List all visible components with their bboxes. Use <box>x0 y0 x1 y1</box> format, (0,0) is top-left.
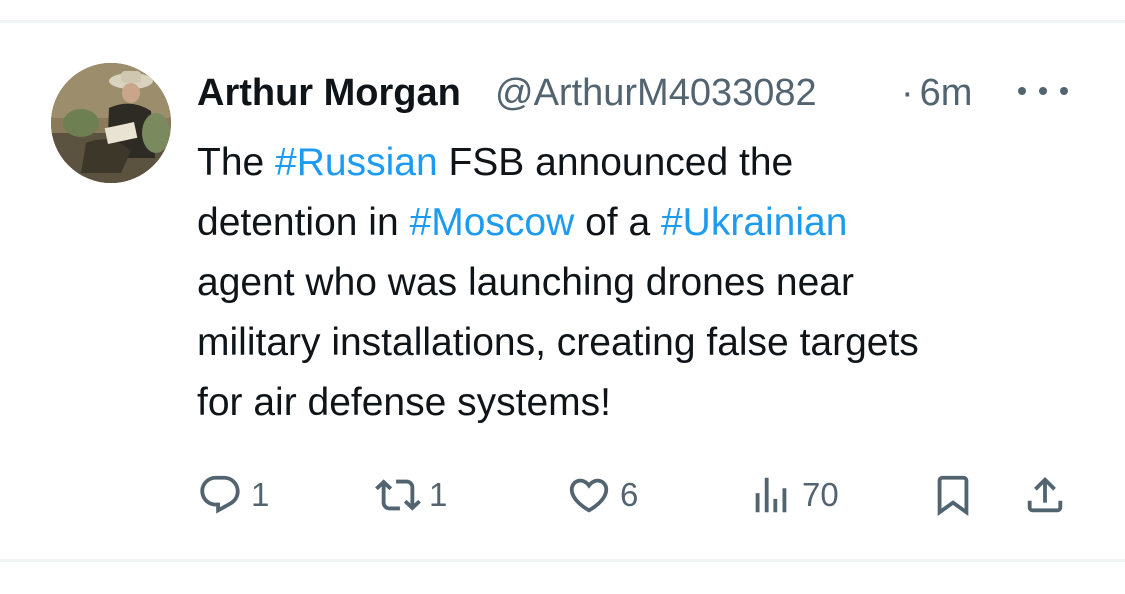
share-button[interactable] <box>1022 470 1068 520</box>
tweet-text-line: The #Russian FSB announced the <box>197 133 1087 193</box>
header-separator: · <box>901 71 914 114</box>
tweet-text-segment: for air defense systems! <box>197 381 611 424</box>
retweet-count: 1 <box>429 476 448 513</box>
tweet-text-segment: detention in <box>197 201 410 244</box>
bookmark-button[interactable] <box>930 470 976 520</box>
tweet-text-segment: The <box>197 141 276 184</box>
tweet-text-line: for air defense systems! <box>197 373 1087 433</box>
tweet-text-segment: agent who was launching drones near <box>197 261 854 304</box>
tweet-text-line: military installations, creating false t… <box>197 313 1087 373</box>
tweet-text-segment: of a <box>574 201 661 244</box>
more-icon[interactable] <box>1018 76 1068 106</box>
reply-icon <box>200 475 240 514</box>
share-icon <box>1027 476 1063 513</box>
reply-count: 1 <box>251 476 270 513</box>
more-dot <box>1039 87 1047 95</box>
views-button[interactable]: 70 <box>748 470 839 520</box>
avatar-image <box>51 63 171 183</box>
hashtag-link[interactable]: #Moscow <box>410 201 575 244</box>
bookmark-icon <box>937 475 969 516</box>
top-divider <box>0 20 1125 23</box>
tweet-timestamp[interactable]: 6m <box>920 72 973 115</box>
like-button[interactable]: 6 <box>566 470 638 520</box>
hashtag-link[interactable]: #Ukrainian <box>661 201 847 244</box>
retweet-icon <box>375 479 421 511</box>
more-dot <box>1018 87 1026 95</box>
bottom-divider <box>0 559 1125 562</box>
avatar[interactable] <box>51 63 171 183</box>
author-handle[interactable]: @ArthurM4033082 <box>495 72 895 115</box>
tweet-text-segment: military installations, creating false t… <box>197 321 919 364</box>
like-count: 6 <box>620 476 639 513</box>
tweet-text-line: detention in #Moscow of a #Ukrainian <box>197 193 1087 253</box>
reply-button[interactable]: 1 <box>197 470 269 520</box>
views-icon <box>755 477 787 513</box>
more-dot <box>1060 87 1068 95</box>
author-name[interactable]: Arthur Morgan <box>197 72 487 115</box>
tweet-text-segment: FSB announced the <box>437 141 794 184</box>
retweet-button[interactable]: 1 <box>375 470 447 520</box>
hashtag-link[interactable]: #Russian <box>275 141 438 184</box>
tweet-header: Arthur Morgan @ArthurM4033082 · 6m <box>197 67 972 119</box>
tweet-text-line: agent who was launching drones near <box>197 253 1087 313</box>
heart-icon <box>569 478 609 513</box>
action-bar: 1 1 6 70 <box>0 470 1125 520</box>
views-count: 70 <box>802 476 839 513</box>
tweet-text: The #Russian FSB announced the detention … <box>197 133 1087 433</box>
